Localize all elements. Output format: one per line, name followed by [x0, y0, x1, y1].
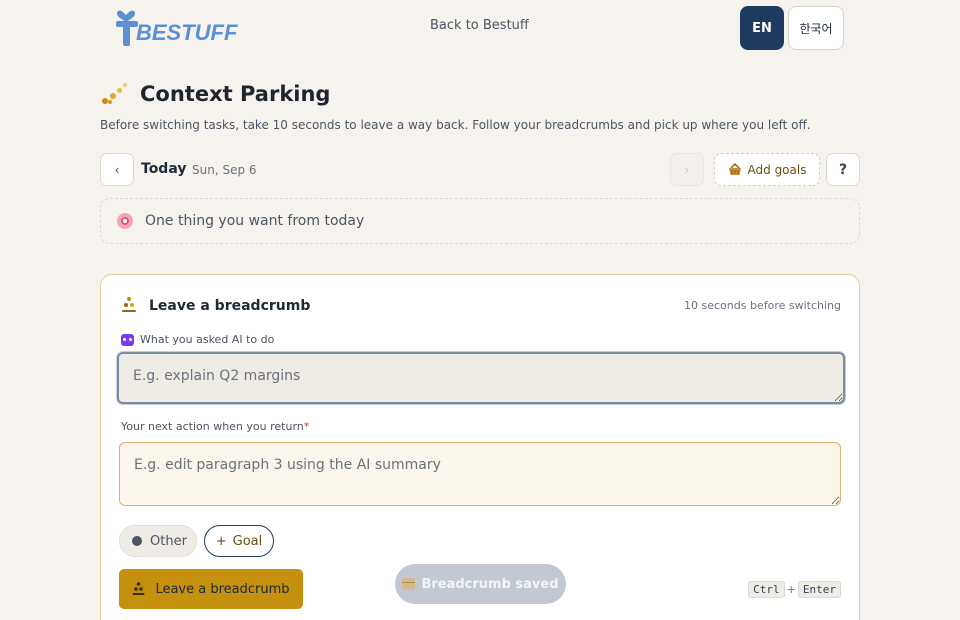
current-date: Sun, Sep 6 — [192, 163, 257, 177]
category-chip-other[interactable]: Other — [119, 525, 197, 557]
keyboard-shortcut-hint: Ctrl + Enter — [748, 581, 841, 598]
toast-text: Breadcrumb saved — [421, 576, 559, 592]
breadcrumb-trail-icon — [121, 297, 137, 315]
add-goal-chip[interactable]: + Goal — [204, 525, 274, 557]
enter-key: Enter — [797, 581, 841, 598]
category-dot-icon — [132, 536, 142, 546]
today-label: Today — [141, 161, 187, 177]
ai-request-label-text: What you asked AI to do — [140, 333, 275, 346]
robot-icon — [121, 333, 134, 346]
next-action-label: Your next action when you return * — [121, 420, 309, 433]
add-goals-label: Add goals — [747, 162, 807, 177]
add-goals-button[interactable]: Add goals — [714, 153, 820, 186]
daily-goal-input[interactable] — [145, 213, 825, 229]
card-header: Leave a breadcrumb — [121, 297, 310, 315]
basket-icon — [728, 163, 741, 175]
previous-day-button[interactable]: ‹ — [100, 153, 134, 186]
ai-request-textarea[interactable] — [117, 352, 845, 404]
language-ko-button[interactable]: 한국어 — [788, 6, 844, 50]
next-action-label-text: Your next action when you return — [121, 420, 304, 433]
top-bar: BESTUFF Back to Bestuff EN 한국어 — [0, 0, 960, 56]
help-button[interactable]: ? — [826, 153, 860, 186]
back-to-bestuff-link[interactable]: Back to Bestuff — [430, 18, 529, 33]
page-title: Context Parking — [140, 82, 331, 106]
breadcrumb-dots-icon — [100, 80, 130, 108]
plus-icon: + — [215, 533, 227, 549]
page-subtitle: Before switching tasks, take 10 seconds … — [100, 118, 811, 132]
bestuff-logo[interactable]: BESTUFF — [114, 6, 237, 50]
ai-request-label: What you asked AI to do — [121, 333, 274, 346]
chip-goal-label: Goal — [232, 533, 263, 549]
card-hint: 10 seconds before switching — [684, 299, 841, 312]
leave-breadcrumb-button[interactable]: Leave a breadcrumb — [119, 569, 303, 609]
leave-breadcrumb-label: Leave a breadcrumb — [155, 581, 290, 597]
page-header: Context Parking — [100, 78, 330, 110]
next-day-button[interactable]: › — [670, 153, 704, 186]
chip-other-label: Other — [150, 533, 187, 549]
breadcrumb-icon — [132, 582, 145, 595]
breadcrumb-saved-toast: Breadcrumb saved — [395, 564, 566, 604]
required-marker: * — [303, 420, 310, 433]
ctrl-key: Ctrl — [748, 581, 785, 598]
card-title: Leave a breadcrumb — [149, 298, 311, 314]
next-action-textarea[interactable] — [119, 442, 841, 506]
target-icon — [117, 213, 133, 229]
daily-goal-field[interactable] — [100, 198, 860, 244]
box-icon — [402, 578, 416, 590]
logo-text: BESTUFF — [136, 20, 238, 45]
language-en-button[interactable]: EN — [740, 6, 784, 50]
shortcut-plus: + — [786, 583, 796, 596]
